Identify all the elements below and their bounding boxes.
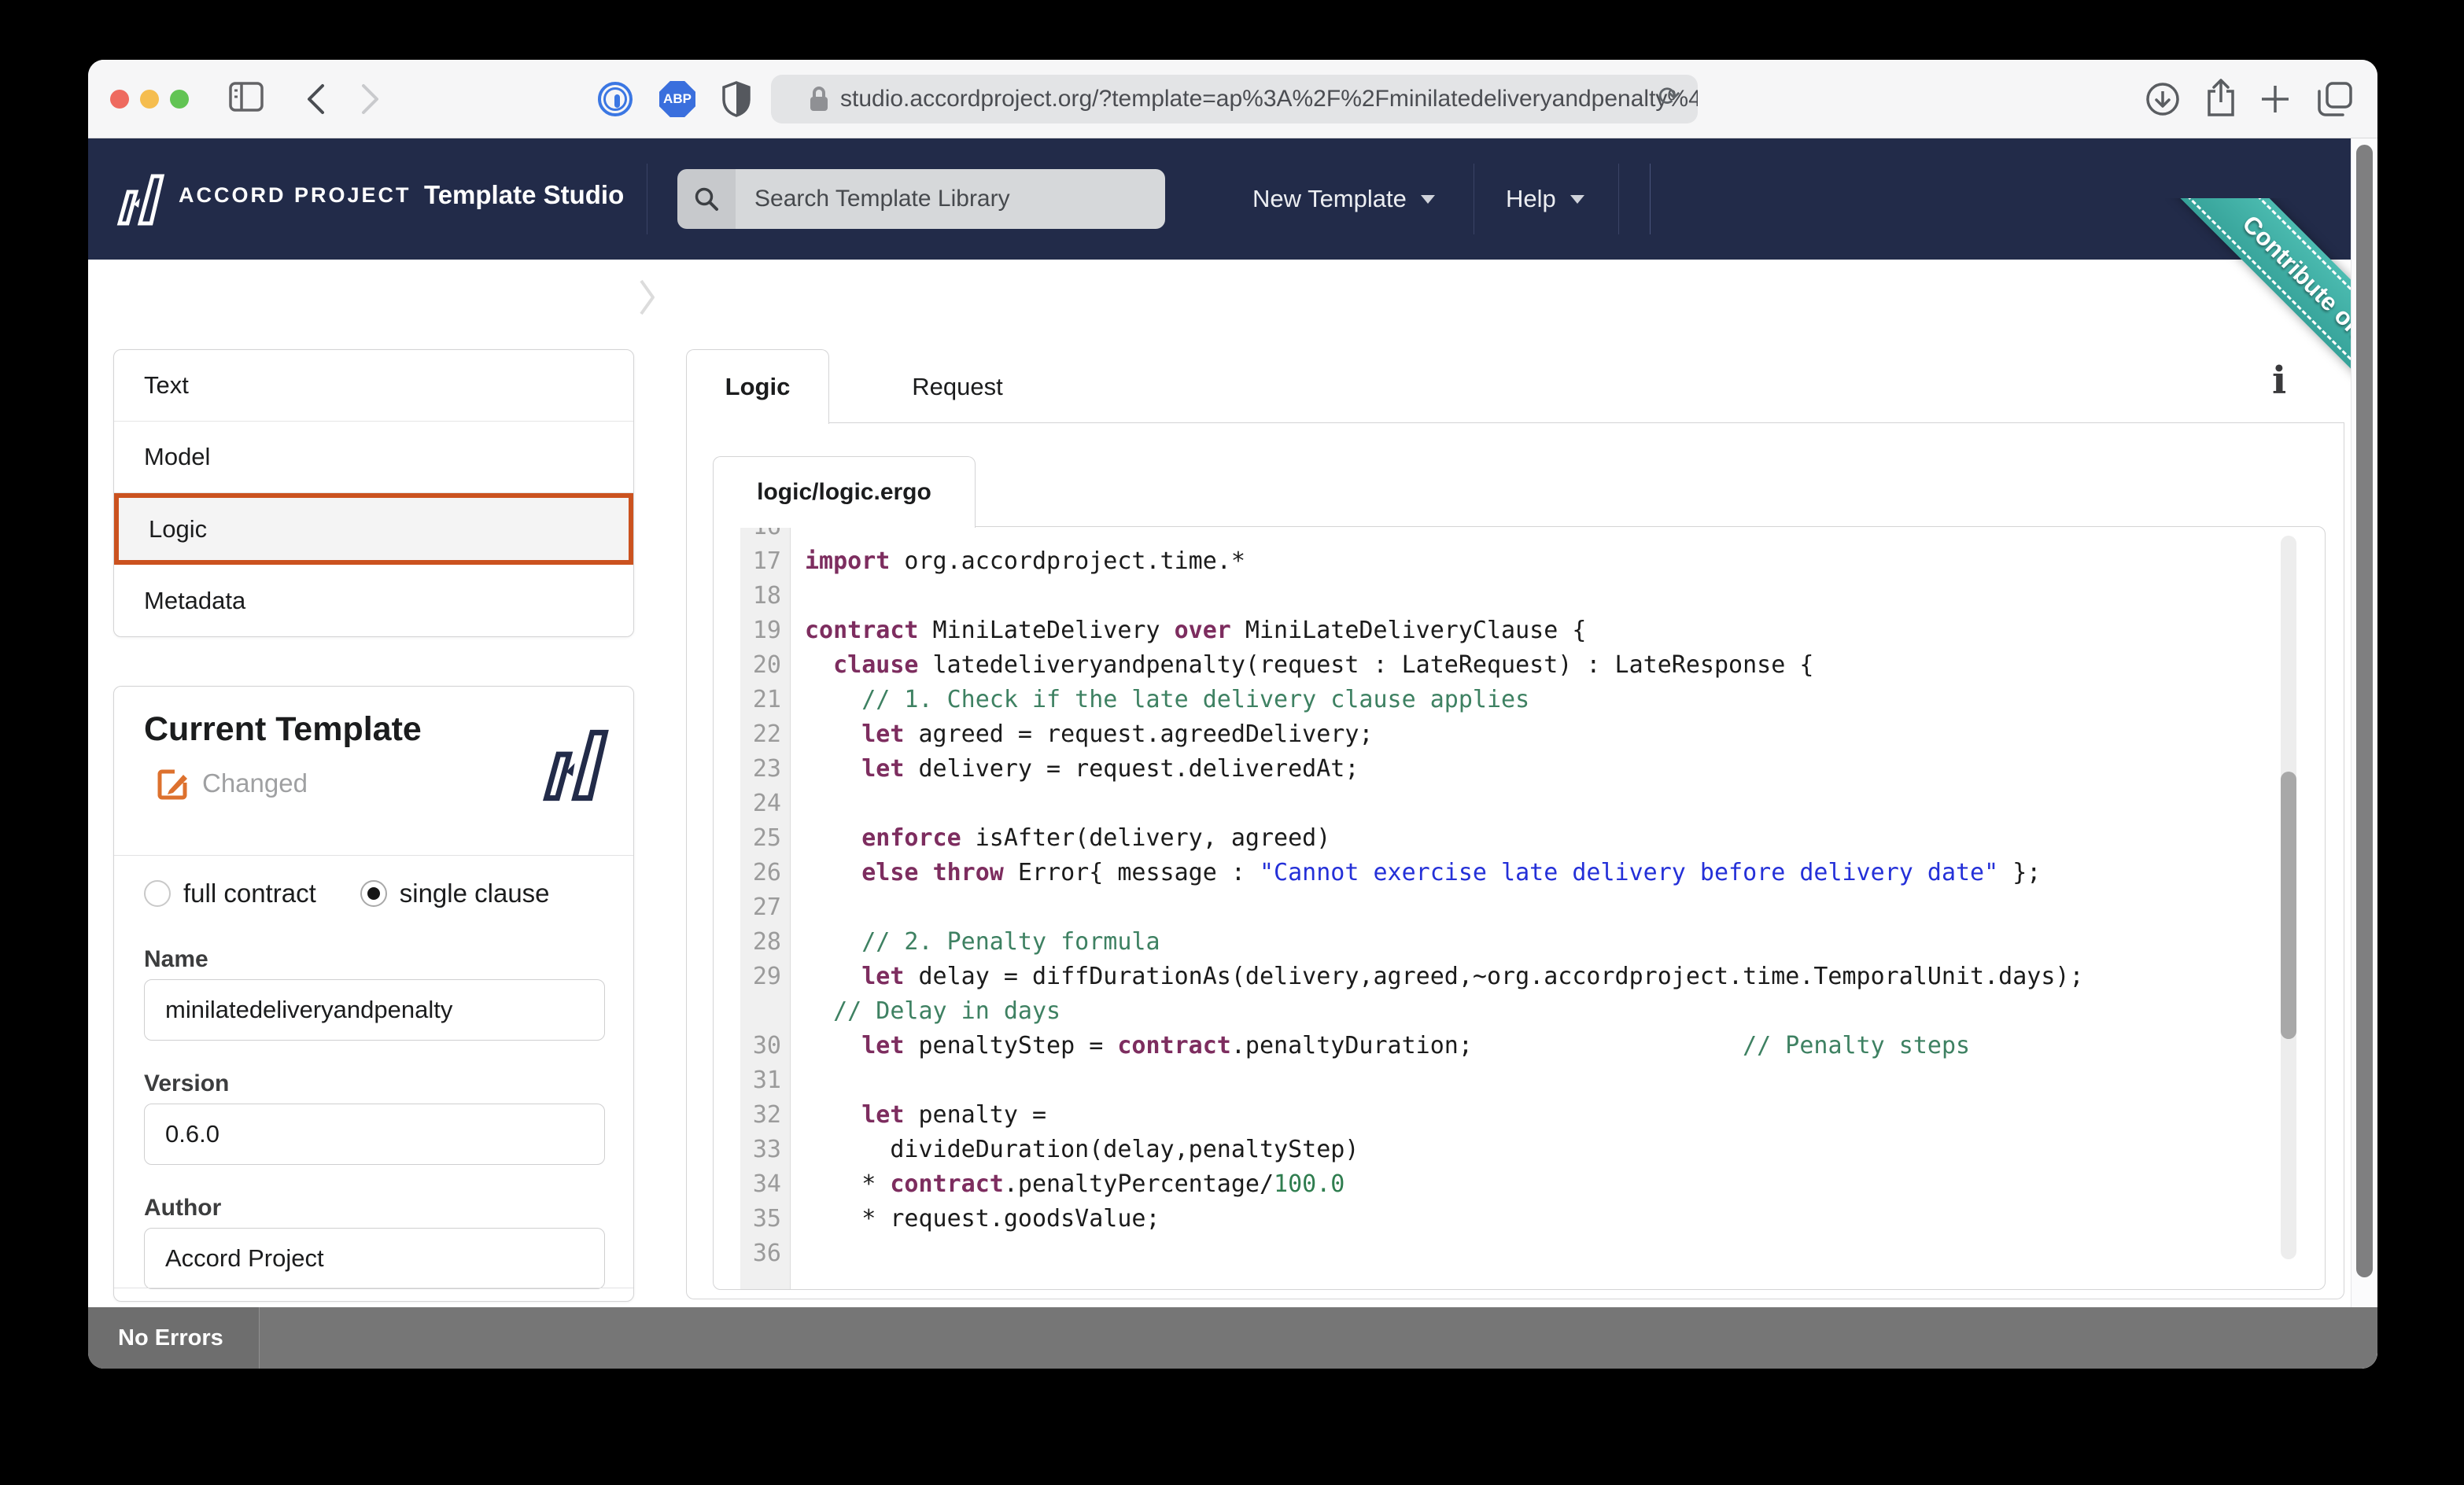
search-icon[interactable]	[677, 169, 736, 229]
back-button[interactable]	[305, 83, 326, 115]
accord-project-logo-icon	[542, 721, 610, 809]
forward-button[interactable]	[360, 83, 381, 115]
chevron-down-icon	[1421, 195, 1435, 204]
tab-overview-button[interactable]	[2316, 80, 2355, 118]
share-button[interactable]	[2203, 77, 2239, 120]
lock-icon	[809, 86, 829, 112]
single-clause-label: single clause	[400, 879, 550, 908]
code-line[interactable]: 19contract MiniLateDelivery over MiniLat…	[740, 614, 2325, 648]
new-template-menu[interactable]: New Template	[1252, 138, 1435, 260]
sidebar-toggle-icon[interactable]	[228, 80, 264, 113]
new-tab-button[interactable]	[2259, 83, 2291, 115]
brand-text[interactable]: ACCORD PROJECT	[179, 183, 411, 208]
full-contract-label: full contract	[183, 879, 316, 908]
code-line[interactable]: 21 // 1. Check if the late delivery clau…	[740, 683, 2325, 717]
code-line[interactable]: 26 else throw Error{ message : "Cannot e…	[740, 856, 2325, 890]
file-tab-logic-ergo[interactable]: logic/logic.ergo	[713, 456, 976, 528]
status-bar: No Errors	[88, 1307, 2377, 1369]
accord-project-logo-icon[interactable]	[116, 173, 165, 227]
code-line[interactable]: 27	[740, 890, 2325, 925]
code-line[interactable]: 22 let agreed = request.agreedDelivery;	[740, 717, 2325, 752]
full-contract-radio[interactable]	[144, 880, 171, 907]
sidebar-item-model[interactable]: Model	[114, 422, 633, 493]
tab-logic[interactable]: Logic	[686, 349, 829, 424]
code-line[interactable]: 23 let delivery = request.deliveredAt;	[740, 752, 2325, 787]
app-header: ACCORD PROJECT Template Studio New Templ…	[88, 138, 2351, 260]
url-text: studio.accordproject.org/?template=ap%3A…	[840, 86, 1698, 112]
version-field[interactable]	[144, 1104, 605, 1165]
zoom-window-button[interactable]	[170, 90, 189, 109]
tab-request[interactable]: Request	[867, 349, 1048, 424]
app-title: Template Studio	[424, 180, 624, 210]
status-message: No Errors	[118, 1325, 223, 1351]
chevron-right-icon	[639, 278, 656, 316]
shield-extension-icon[interactable]	[721, 80, 752, 118]
sidebar-item-logic[interactable]: Logic	[114, 493, 633, 565]
code-line[interactable]: 32 let penalty =	[740, 1098, 2325, 1133]
header-divider	[1618, 164, 1619, 234]
close-window-button[interactable]	[110, 90, 129, 109]
edit-pencil-icon	[157, 767, 190, 800]
code-line[interactable]: 20 clause latedeliveryandpenalty(request…	[740, 648, 2325, 683]
template-section-nav: TextModelLogicMetadata	[113, 349, 634, 637]
name-field[interactable]	[144, 979, 605, 1041]
help-menu[interactable]: Help	[1506, 138, 1584, 260]
sidebar-item-text[interactable]: Text	[114, 350, 633, 422]
single-clause-radio[interactable]	[360, 880, 387, 907]
chevron-down-icon	[1570, 195, 1584, 204]
author-field-label: Author	[144, 1195, 221, 1222]
code-editor[interactable]: 1617import org.accordproject.time.*1819c…	[713, 526, 2326, 1290]
code-line[interactable]: // Delay in days	[740, 994, 2325, 1029]
code-line[interactable]: 17import org.accordproject.time.*	[740, 544, 2325, 579]
downloads-button[interactable]	[2145, 81, 2181, 117]
code-line[interactable]: 29 let delay = diffDurationAs(delivery,a…	[740, 960, 2325, 994]
code-line[interactable]: 36	[740, 1236, 2325, 1271]
author-field[interactable]	[144, 1228, 605, 1289]
sidebar-item-metadata[interactable]: Metadata	[114, 565, 633, 636]
browser-window: ABP studio.accordproject.org/?template=a…	[88, 60, 2377, 1369]
code-line[interactable]: 33 divideDuration(delay,penaltyStep)	[740, 1133, 2325, 1167]
header-divider	[1650, 164, 1651, 234]
editor-scrollbar-thumb[interactable]	[2281, 772, 2296, 1039]
code-line[interactable]: 31	[740, 1063, 2325, 1098]
code-line[interactable]: 18	[740, 579, 2325, 614]
current-template-title: Current Template	[144, 710, 422, 749]
code-line[interactable]: 25 enforce isAfter(delivery, agreed)	[740, 821, 2325, 856]
browser-toolbar: ABP studio.accordproject.org/?template=a…	[88, 60, 2377, 138]
search-input[interactable]	[736, 169, 1165, 229]
info-icon[interactable]: i	[2272, 359, 2286, 403]
minimize-window-button[interactable]	[140, 90, 159, 109]
template-search	[677, 169, 1165, 229]
adblock-plus-extension-icon[interactable]: ABP	[659, 81, 695, 117]
address-bar[interactable]: studio.accordproject.org/?template=ap%3A…	[771, 75, 1698, 123]
code-line[interactable]: 28 // 2. Penalty formula	[740, 925, 2325, 960]
current-template-card: Current Template Changed full contract s…	[113, 686, 634, 1302]
code-line[interactable]: 16	[740, 526, 2325, 544]
code-line[interactable]: 24	[740, 787, 2325, 821]
error-status-segment: No Errors	[88, 1307, 260, 1369]
template-status-badge: Changed	[202, 768, 308, 798]
code-line[interactable]: 34 * contract.penaltyPercentage/100.0	[740, 1167, 2325, 1202]
1password-extension-icon[interactable]	[598, 82, 633, 116]
page-scrollbar[interactable]	[2351, 138, 2377, 1369]
name-field-label: Name	[144, 946, 208, 973]
version-field-label: Version	[144, 1070, 229, 1097]
editor-scrollbar[interactable]	[2281, 536, 2296, 1259]
code-line[interactable]: 30 let penaltyStep = contract.penaltyDur…	[740, 1029, 2325, 1063]
reload-icon[interactable]: ⟳	[1658, 81, 1681, 112]
divider	[114, 855, 633, 856]
code-line[interactable]: 35 * request.goodsValue;	[740, 1202, 2325, 1236]
page-scrollbar-thumb[interactable]	[2356, 145, 2373, 1277]
